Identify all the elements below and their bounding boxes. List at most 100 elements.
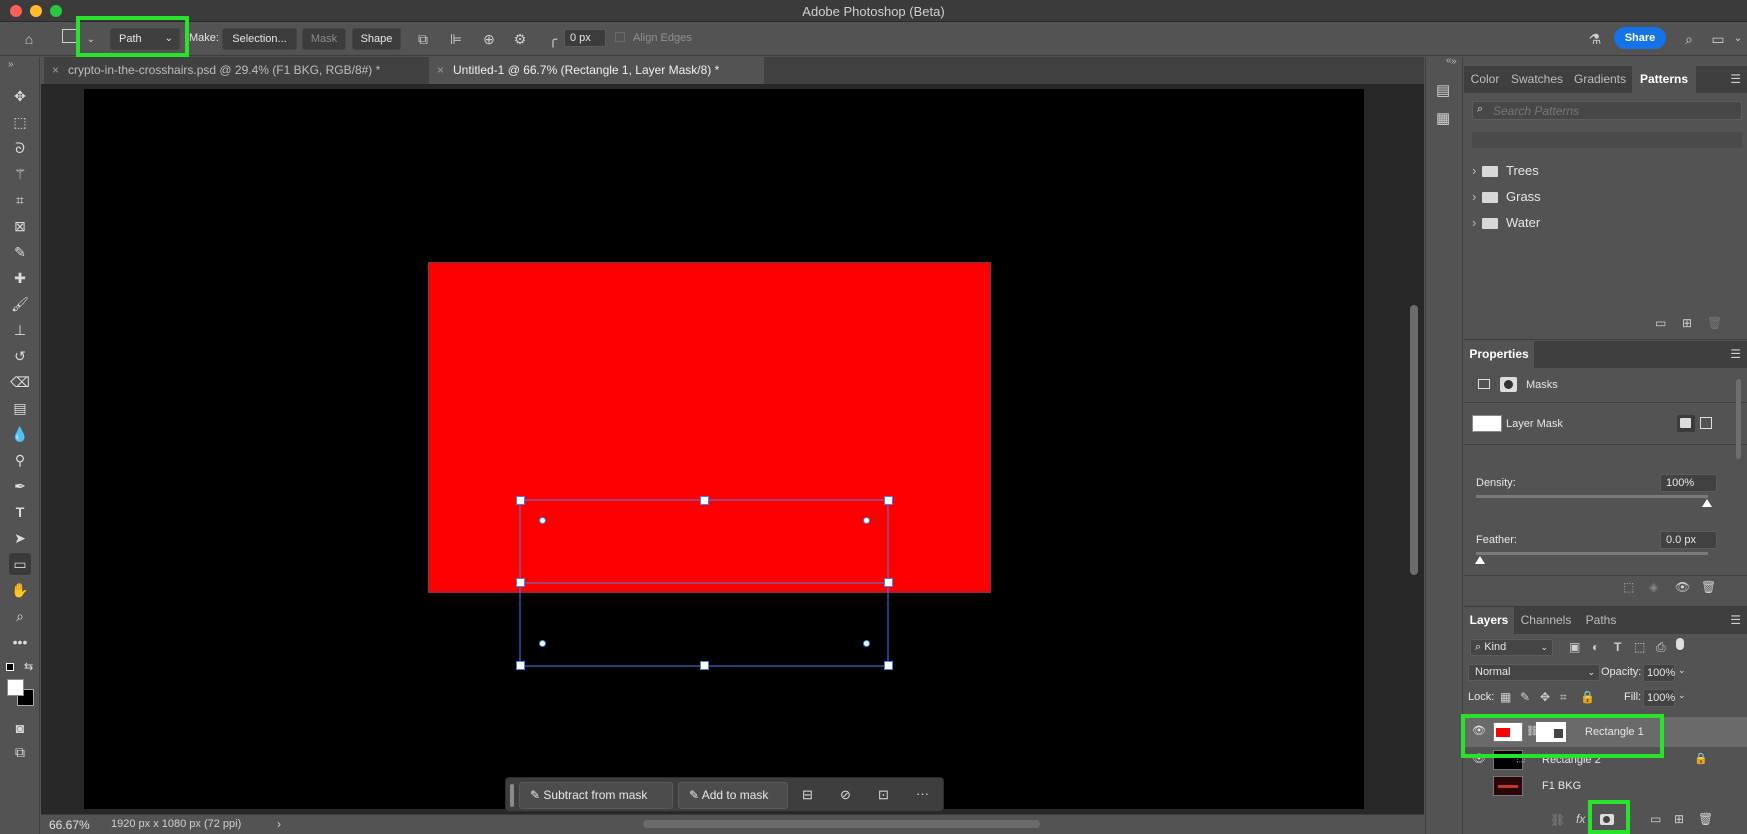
- chevron-right-icon[interactable]: ›: [1472, 210, 1476, 236]
- feather-slider-track[interactable]: [1476, 552, 1708, 555]
- thumbnail-stripe: [1498, 785, 1518, 788]
- new-pattern-icon[interactable]: ⊞: [1682, 316, 1692, 330]
- link-layers-icon[interactable]: ⛓: [1550, 813, 1565, 827]
- adjustment-layer-icon[interactable]: ◐: [1626, 812, 1633, 826]
- density-label: Density:: [1476, 477, 1516, 489]
- trash-icon[interactable]: 🗑: [1707, 316, 1722, 330]
- mask-square: [1554, 729, 1563, 738]
- load-selection-icon[interactable]: ⬚: [1623, 580, 1634, 594]
- tab-layers[interactable]: Layers: [1464, 607, 1514, 634]
- new-group-icon[interactable]: ▭: [1655, 316, 1666, 330]
- layer-mask-thumbnail[interactable]: [1536, 722, 1566, 742]
- tab-color[interactable]: Color: [1464, 66, 1506, 93]
- transform-handle[interactable]: [884, 578, 893, 587]
- tab-channels[interactable]: Channels: [1514, 607, 1578, 634]
- pattern-folder-water[interactable]: › Water: [1464, 210, 1747, 236]
- vector-mask-icon[interactable]: [1478, 379, 1490, 389]
- tab-gradients[interactable]: Gradients: [1568, 66, 1632, 93]
- pixel-mask-icon[interactable]: [1500, 377, 1517, 392]
- corner-radius-handle[interactable]: [863, 640, 870, 647]
- invert-mask-icon[interactable]: ⊡: [878, 787, 889, 803]
- filter-pixel-icon[interactable]: ▣: [1569, 640, 1580, 654]
- add-mask-icon[interactable]: [1600, 814, 1614, 825]
- apply-mask-icon[interactable]: ◈: [1649, 580, 1658, 594]
- panel-menu-icon[interactable]: ☰: [1730, 613, 1741, 627]
- density-slider-thumb[interactable]: [1702, 499, 1712, 507]
- new-group-icon[interactable]: ▭: [1650, 812, 1661, 826]
- mask-options-icon[interactable]: ⊟: [802, 787, 813, 803]
- lock-position-icon[interactable]: ✥: [1540, 690, 1550, 704]
- properties-scrollbar[interactable]: [1736, 379, 1741, 459]
- filter-toggle[interactable]: [1676, 638, 1684, 650]
- select-vector-mask-icon[interactable]: [1700, 417, 1712, 429]
- corner-radius-handle[interactable]: [539, 640, 546, 647]
- transform-handle[interactable]: [516, 496, 525, 505]
- select-pixel-mask-icon[interactable]: [1677, 415, 1695, 432]
- chevron-right-icon[interactable]: ›: [1472, 184, 1476, 210]
- add-to-mask-button[interactable]: ✎ Add to mask: [678, 782, 788, 809]
- chevron-down-icon[interactable]: ⌄: [1678, 665, 1686, 676]
- subtract-from-mask-button[interactable]: ✎ Subtract from mask: [519, 782, 673, 809]
- transform-handle[interactable]: [884, 496, 893, 505]
- layer-row-rectangle-1[interactable]: 👁 ⛓ Rectangle 1: [1464, 717, 1747, 747]
- lock-artboard-icon[interactable]: ⌗: [1560, 690, 1567, 705]
- layer-row-rectangle-2[interactable]: 👁 ⬚ Rectangle 2 🔒: [1464, 747, 1747, 773]
- blend-mode-select[interactable]: Normal ⌄: [1468, 664, 1600, 681]
- layer-thumbnail: [1493, 776, 1523, 796]
- feather-input[interactable]: 0.0 px: [1660, 531, 1717, 549]
- filter-shape-icon[interactable]: ⬚: [1634, 640, 1645, 654]
- vertical-scrollbar[interactable]: [1410, 305, 1418, 575]
- pattern-folder-trees[interactable]: › Trees: [1464, 158, 1747, 184]
- filter-adjustment-icon[interactable]: ◐: [1592, 640, 1599, 654]
- trash-icon[interactable]: 🗑: [1701, 580, 1716, 594]
- fx-icon[interactable]: fx: [1576, 812, 1585, 826]
- more-options-icon[interactable]: ···: [916, 786, 929, 801]
- fill-input[interactable]: 100%: [1643, 689, 1675, 707]
- search-patterns-input[interactable]: [1493, 103, 1733, 118]
- density-slider-track[interactable]: [1476, 495, 1708, 498]
- zoom-level[interactable]: 66.67%: [49, 818, 90, 832]
- lock-all-icon[interactable]: 🔒: [1580, 690, 1595, 704]
- trash-icon[interactable]: 🗑: [1698, 812, 1713, 826]
- opacity-input[interactable]: 100%: [1643, 664, 1675, 682]
- transform-handle[interactable]: [700, 496, 709, 505]
- panel-menu-icon[interactable]: ☰: [1730, 347, 1741, 361]
- transform-handle[interactable]: [516, 578, 525, 587]
- pattern-folder-grass[interactable]: › Grass: [1464, 184, 1747, 210]
- visibility-toggle[interactable]: [1472, 778, 1484, 790]
- search-patterns-box[interactable]: ⌕: [1472, 101, 1742, 120]
- chevron-right-icon[interactable]: ›: [277, 817, 281, 831]
- layer-filter-select[interactable]: ⌕ Kind ⌄: [1470, 639, 1553, 656]
- corner-radius-handle[interactable]: [539, 517, 546, 524]
- eye-icon[interactable]: 👁: [1675, 580, 1690, 594]
- lock-transparent-icon[interactable]: ▦: [1500, 690, 1511, 704]
- opacity-label: Opacity:: [1601, 666, 1642, 678]
- disable-mask-icon[interactable]: ⊘: [840, 787, 851, 803]
- history-panel-icon[interactable]: ▤: [1436, 81, 1450, 99]
- notes-panel-icon[interactable]: ▦: [1436, 109, 1450, 127]
- transform-handle[interactable]: [884, 661, 893, 670]
- filter-type-icon[interactable]: T: [1614, 640, 1621, 654]
- transform-handle[interactable]: [516, 661, 525, 670]
- tab-swatches[interactable]: Swatches: [1506, 66, 1568, 93]
- feather-label: Feather:: [1476, 534, 1517, 546]
- corner-radius-handle[interactable]: [863, 517, 870, 524]
- eye-icon[interactable]: 👁: [1472, 752, 1486, 765]
- tab-properties[interactable]: Properties: [1464, 341, 1534, 368]
- density-input[interactable]: 100%: [1660, 474, 1717, 492]
- tab-paths[interactable]: Paths: [1578, 607, 1624, 634]
- collapse-panels-icon[interactable]: »: [1451, 56, 1457, 67]
- horizontal-scrollbar[interactable]: [643, 820, 1040, 828]
- layer-row-f1-bkg[interactable]: F1 BKG: [1464, 773, 1747, 799]
- panel-menu-icon[interactable]: ☰: [1730, 72, 1741, 86]
- chevron-right-icon[interactable]: ›: [1472, 158, 1476, 184]
- feather-slider-thumb[interactable]: [1475, 556, 1485, 564]
- filter-smart-object-icon[interactable]: ⎙: [1656, 640, 1666, 655]
- new-layer-icon[interactable]: ⊞: [1674, 812, 1684, 826]
- transform-handle[interactable]: [700, 661, 709, 670]
- chevron-down-icon[interactable]: ⌄: [1678, 690, 1686, 701]
- eye-icon[interactable]: 👁: [1472, 724, 1486, 737]
- lock-image-icon[interactable]: ✎: [1520, 690, 1530, 704]
- tab-patterns[interactable]: Patterns: [1632, 66, 1696, 93]
- drag-handle[interactable]: [510, 784, 514, 807]
